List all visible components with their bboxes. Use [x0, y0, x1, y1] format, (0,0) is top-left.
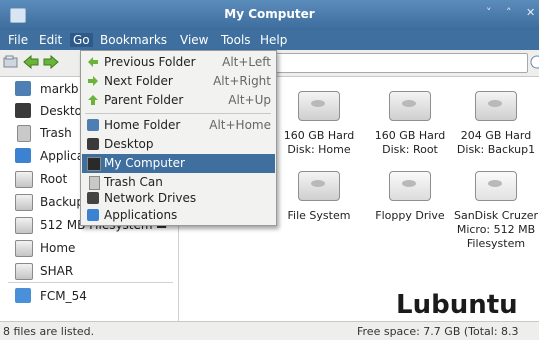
menu-item-home-folder[interactable]: Home Folder Alt+Home — [82, 116, 275, 135]
status-free-space: Free space: 7.7 GB (Total: 8.3 GB) — [357, 325, 519, 340]
desktop-icon — [15, 103, 31, 118]
sidebar-item-label: Trash — [40, 126, 72, 140]
menu-view[interactable]: View — [177, 33, 211, 47]
menu-item-applications[interactable]: Applications — [82, 206, 275, 225]
menu-item-shortcut: Alt+Left — [222, 55, 271, 69]
sidebar-item-label: Applica — [40, 149, 85, 163]
menu-item-label: Home Folder — [104, 118, 181, 132]
file-manager-window: My Computer ˅ ˄ ✕ File Edit Go Bookmarks… — [0, 0, 539, 340]
hard-disk-icon — [389, 91, 431, 121]
hard-disk-icon — [475, 91, 517, 121]
file-item[interactable]: File System — [274, 171, 364, 223]
sidebar-item-shar[interactable]: SHAR — [12, 261, 172, 281]
file-item[interactable]: 204 GB Hard Disk: Backup1 — [451, 91, 539, 157]
applications-icon — [87, 209, 99, 221]
sidebar-item-label: Root — [40, 172, 68, 186]
applications-icon — [15, 148, 31, 163]
lubuntu-logo: Lubuntu — [396, 290, 518, 320]
menu-help[interactable]: Help — [257, 33, 290, 47]
sidebar-item-label: markb — [40, 82, 79, 96]
forward-icon[interactable] — [43, 54, 59, 70]
file-item[interactable]: SanDisk Cruzer Micro: 512 MB Filesystem — [451, 171, 539, 251]
arrow-up-icon — [87, 94, 99, 106]
sidebar-item-fcm54[interactable]: FCM_54 — [12, 286, 172, 306]
home-icon — [15, 81, 31, 96]
window-title: My Computer — [224, 7, 315, 21]
sidebar-item-label: Backup — [40, 195, 84, 209]
menu-bookmarks[interactable]: Bookmarks — [97, 33, 170, 47]
menu-item-shortcut: Alt+Home — [209, 118, 271, 132]
drive-icon — [15, 171, 33, 188]
menu-item-next-folder[interactable]: Next Folder Alt+Right — [82, 72, 275, 91]
usb-drive-icon — [475, 171, 517, 201]
menu-bar: File Edit Go Bookmarks View Tools Help — [0, 30, 539, 50]
menu-go[interactable]: Go — [70, 33, 93, 47]
menu-item-label: Applications — [104, 208, 178, 222]
menu-item-label: Previous Folder — [104, 55, 196, 69]
menu-item-label: Network Drives — [104, 191, 197, 205]
title-bar: My Computer ˅ ˄ ✕ — [0, 0, 539, 30]
file-item[interactable]: 160 GB Hard Disk: Home — [274, 91, 364, 157]
status-bar: 8 files are listed. Free space: 7.7 GB (… — [0, 321, 539, 340]
menu-tools[interactable]: Tools — [218, 33, 254, 47]
location-bar[interactable] — [272, 53, 528, 73]
arrow-left-icon — [87, 56, 99, 68]
trash-icon — [89, 176, 100, 190]
drive-icon — [15, 217, 33, 234]
menu-separator — [85, 113, 271, 114]
go-icon[interactable] — [530, 55, 539, 69]
menu-edit[interactable]: Edit — [36, 33, 65, 47]
hard-disk-icon — [298, 91, 340, 121]
menu-item-previous-folder[interactable]: Previous Folder Alt+Left — [82, 53, 275, 72]
file-name: File System — [287, 209, 351, 222]
computer-icon — [87, 157, 101, 171]
arrow-right-icon — [87, 75, 99, 87]
menu-file[interactable]: File — [5, 33, 31, 47]
sidebar-divider — [8, 282, 173, 283]
menu-item-desktop[interactable]: Desktop — [82, 135, 275, 154]
menu-item-label: Desktop — [104, 137, 154, 151]
home-folder-icon — [87, 119, 99, 131]
menu-item-shortcut: Alt+Up — [228, 93, 271, 107]
folder-icon — [15, 288, 31, 303]
back-icon[interactable] — [23, 54, 39, 70]
file-name: Floppy Drive — [375, 209, 445, 222]
drive-icon — [15, 240, 33, 257]
sidebar-item-label: Deskto — [40, 104, 82, 118]
file-item[interactable]: Floppy Drive — [365, 171, 455, 223]
network-icon — [87, 192, 99, 204]
menu-item-label: My Computer — [104, 156, 185, 170]
menu-item-label: Next Folder — [104, 74, 173, 88]
file-name: 204 GB Hard Disk: Backup1 — [456, 129, 536, 156]
maximize-button[interactable]: ˄ — [506, 6, 512, 19]
status-file-count: 8 files are listed. — [3, 325, 95, 338]
menu-item-label: Parent Folder — [104, 93, 184, 107]
sidebar-item-home[interactable]: Home — [12, 238, 172, 258]
drive-icon — [15, 194, 33, 211]
menu-item-parent-folder[interactable]: Parent Folder Alt+Up — [82, 91, 275, 110]
file-name: SanDisk Cruzer Micro: 512 MB Filesystem — [453, 209, 539, 250]
menu-item-label: Trash Can — [104, 175, 163, 189]
file-item[interactable]: 160 GB Hard Disk: Root — [365, 91, 455, 157]
menu-item-my-computer[interactable]: My Computer — [82, 154, 275, 173]
desktop-icon — [87, 138, 99, 150]
close-button[interactable]: ✕ — [526, 6, 535, 19]
floppy-drive-icon — [389, 171, 431, 201]
trash-icon — [17, 125, 31, 142]
hard-disk-icon — [298, 171, 340, 201]
file-name: 160 GB Hard Disk: Home — [283, 129, 355, 156]
sidebar-item-label: Home — [40, 241, 76, 255]
sidebar-item-label: SHAR — [40, 264, 74, 278]
file-name: 160 GB Hard Disk: Root — [374, 129, 446, 156]
minimize-button[interactable]: ˅ — [486, 6, 492, 19]
drive-icon — [15, 263, 33, 280]
menu-item-shortcut: Alt+Right — [213, 74, 271, 88]
new-tab-icon[interactable] — [3, 55, 19, 69]
go-menu-dropdown: Previous Folder Alt+Left Next Folder Alt… — [80, 50, 277, 226]
sidebar-item-label: FCM_54 — [40, 289, 87, 303]
